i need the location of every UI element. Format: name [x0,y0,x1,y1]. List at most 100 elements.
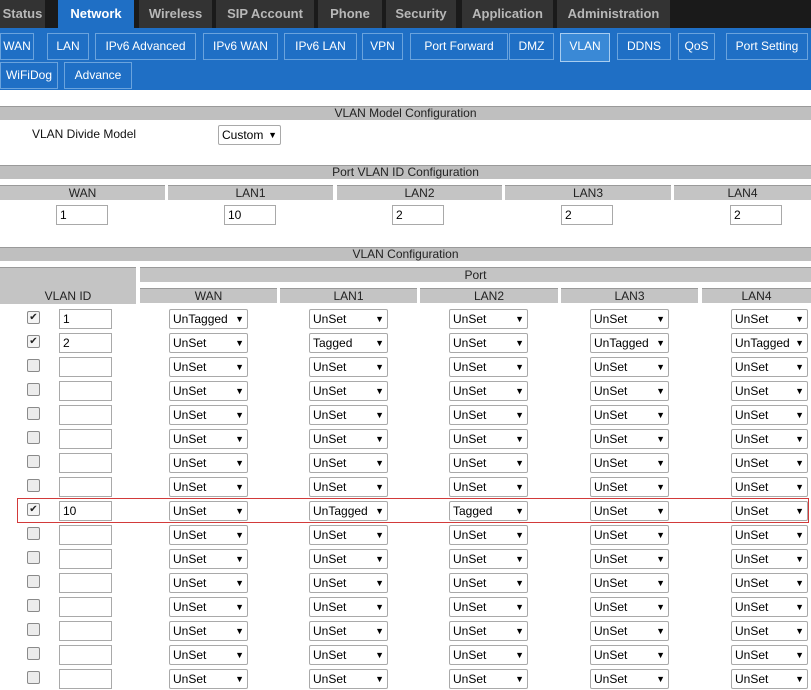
port-mode-select-lan4[interactable]: UnSet ▼ [731,429,808,449]
sub-tab-ddns[interactable]: DDNS [617,33,671,60]
port-mode-select-lan3[interactable]: UnSet ▼ [590,549,669,569]
vlan-id-input[interactable] [59,645,112,665]
port-mode-select-lan3[interactable]: UnTagged ▼ [590,333,669,353]
port-mode-select-lan2[interactable]: UnSet ▼ [449,669,528,689]
top-tab-wireless[interactable]: Wireless [139,0,212,28]
vlan-id-input[interactable] [59,597,112,617]
top-tab-security[interactable]: Security [386,0,456,28]
vlan-id-input[interactable] [59,621,112,641]
port-mode-select-lan1[interactable]: UnSet ▼ [309,405,388,425]
port-mode-select-lan3[interactable]: UnSet ▼ [590,429,669,449]
port-mode-select-lan2[interactable]: UnSet ▼ [449,597,528,617]
vlan-id-input[interactable] [59,405,112,425]
sub-tab-dmz[interactable]: DMZ [509,33,554,60]
port-mode-select-wan[interactable]: UnSet ▼ [169,381,248,401]
pvid-input-lan3[interactable]: 2 [561,205,613,225]
port-mode-select-wan[interactable]: UnTagged ▼ [169,309,248,329]
vlan-id-input[interactable] [59,669,112,689]
port-mode-select-wan[interactable]: UnSet ▼ [169,645,248,665]
port-mode-select-lan1[interactable]: UnSet ▼ [309,549,388,569]
port-mode-select-lan4[interactable]: UnSet ▼ [731,573,808,593]
port-mode-select-lan2[interactable]: UnSet ▼ [449,621,528,641]
vlan-id-input[interactable] [59,477,112,497]
port-mode-select-lan4[interactable]: UnSet ▼ [731,621,808,641]
vlan-row-checkbox[interactable] [27,383,40,396]
port-mode-select-lan3[interactable]: UnSet ▼ [590,597,669,617]
port-mode-select-lan1[interactable]: UnSet ▼ [309,645,388,665]
sub-tab-wan[interactable]: WAN [0,33,34,60]
port-mode-select-lan2[interactable]: UnSet ▼ [449,381,528,401]
sub-tab-vpn[interactable]: VPN [362,33,403,60]
vlan-id-input[interactable]: 1 [59,309,112,329]
port-mode-select-wan[interactable]: UnSet ▼ [169,669,248,689]
port-mode-select-lan2[interactable]: UnSet ▼ [449,549,528,569]
vlan-row-checkbox[interactable] [27,527,40,540]
port-mode-select-lan1[interactable]: UnSet ▼ [309,621,388,641]
vlan-divide-model-select[interactable]: Custom ▼ [218,125,281,145]
port-mode-select-lan2[interactable]: UnSet ▼ [449,573,528,593]
vlan-row-checkbox[interactable] [27,599,40,612]
port-mode-select-lan4[interactable]: UnSet ▼ [731,549,808,569]
pvid-input-lan2[interactable]: 2 [392,205,444,225]
port-mode-select-lan1[interactable]: UnSet ▼ [309,309,388,329]
pvid-input-lan1[interactable]: 10 [224,205,276,225]
port-mode-select-lan3[interactable]: UnSet ▼ [590,645,669,665]
port-mode-select-lan4[interactable]: UnTagged ▼ [731,333,808,353]
port-mode-select-lan1[interactable]: Tagged ▼ [309,333,388,353]
port-mode-select-lan4[interactable]: UnSet ▼ [731,381,808,401]
sub-tab-ipv6-advanced[interactable]: IPv6 Advanced [95,33,196,60]
port-mode-select-lan1[interactable]: UnSet ▼ [309,597,388,617]
port-mode-select-wan[interactable]: UnSet ▼ [169,597,248,617]
port-mode-select-lan1[interactable]: UnSet ▼ [309,381,388,401]
pvid-input-lan4[interactable]: 2 [730,205,782,225]
port-mode-select-wan[interactable]: UnSet ▼ [169,477,248,497]
sub-tab-ipv6-wan[interactable]: IPv6 WAN [203,33,278,60]
port-mode-select-lan4[interactable]: UnSet ▼ [731,645,808,665]
port-mode-select-lan3[interactable]: UnSet ▼ [590,405,669,425]
sub-tab-lan[interactable]: LAN [47,33,89,60]
port-mode-select-lan1[interactable]: UnSet ▼ [309,525,388,545]
vlan-row-checkbox[interactable]: ✔ [27,335,40,348]
port-mode-select-lan1[interactable]: UnSet ▼ [309,429,388,449]
port-mode-select-lan3[interactable]: UnSet ▼ [590,573,669,593]
vlan-row-checkbox[interactable] [27,431,40,444]
port-mode-select-lan3[interactable]: UnSet ▼ [590,453,669,473]
port-mode-select-wan[interactable]: UnSet ▼ [169,573,248,593]
port-mode-select-lan3[interactable]: UnSet ▼ [590,309,669,329]
top-tab-phone[interactable]: Phone [318,0,382,28]
port-mode-select-lan2[interactable]: UnSet ▼ [449,477,528,497]
port-mode-select-lan2[interactable]: UnSet ▼ [449,309,528,329]
vlan-row-checkbox[interactable] [27,575,40,588]
vlan-row-checkbox[interactable] [27,671,40,684]
port-mode-select-lan4[interactable]: UnSet ▼ [731,309,808,329]
port-mode-select-wan[interactable]: UnSet ▼ [169,525,248,545]
port-mode-select-wan[interactable]: UnSet ▼ [169,357,248,377]
port-mode-select-wan[interactable]: UnSet ▼ [169,429,248,449]
vlan-row-checkbox[interactable] [27,407,40,420]
sub-tab-vlan[interactable]: VLAN [560,33,610,62]
vlan-id-input[interactable] [59,549,112,569]
port-mode-select-wan[interactable]: UnSet ▼ [169,621,248,641]
port-mode-select-lan4[interactable]: UnSet ▼ [731,525,808,545]
vlan-id-input[interactable] [59,573,112,593]
port-mode-select-lan4[interactable]: UnSet ▼ [731,477,808,497]
vlan-row-checkbox[interactable] [27,551,40,564]
top-tab-administration[interactable]: Administration [557,0,670,28]
port-mode-select-lan4[interactable]: UnSet ▼ [731,669,808,689]
port-mode-select-lan4[interactable]: UnSet ▼ [731,597,808,617]
port-mode-select-lan2[interactable]: UnSet ▼ [449,357,528,377]
port-mode-select-lan4[interactable]: UnSet ▼ [731,453,808,473]
port-mode-select-lan2[interactable]: UnSet ▼ [449,525,528,545]
vlan-id-input[interactable] [59,525,112,545]
top-tab-network[interactable]: Network [58,0,134,28]
vlan-row-checkbox[interactable] [27,359,40,372]
port-mode-select-lan4[interactable]: UnSet ▼ [731,405,808,425]
sub-tab-wifidog[interactable]: WiFiDog [0,62,58,89]
top-tab-sip-account[interactable]: SIP Account [216,0,314,28]
port-mode-select-wan[interactable]: UnSet ▼ [169,453,248,473]
vlan-id-input[interactable] [59,357,112,377]
port-mode-select-lan2[interactable]: UnSet ▼ [449,333,528,353]
port-mode-select-lan2[interactable]: UnSet ▼ [449,453,528,473]
port-mode-select-lan1[interactable]: UnSet ▼ [309,477,388,497]
port-mode-select-lan2[interactable]: UnSet ▼ [449,429,528,449]
